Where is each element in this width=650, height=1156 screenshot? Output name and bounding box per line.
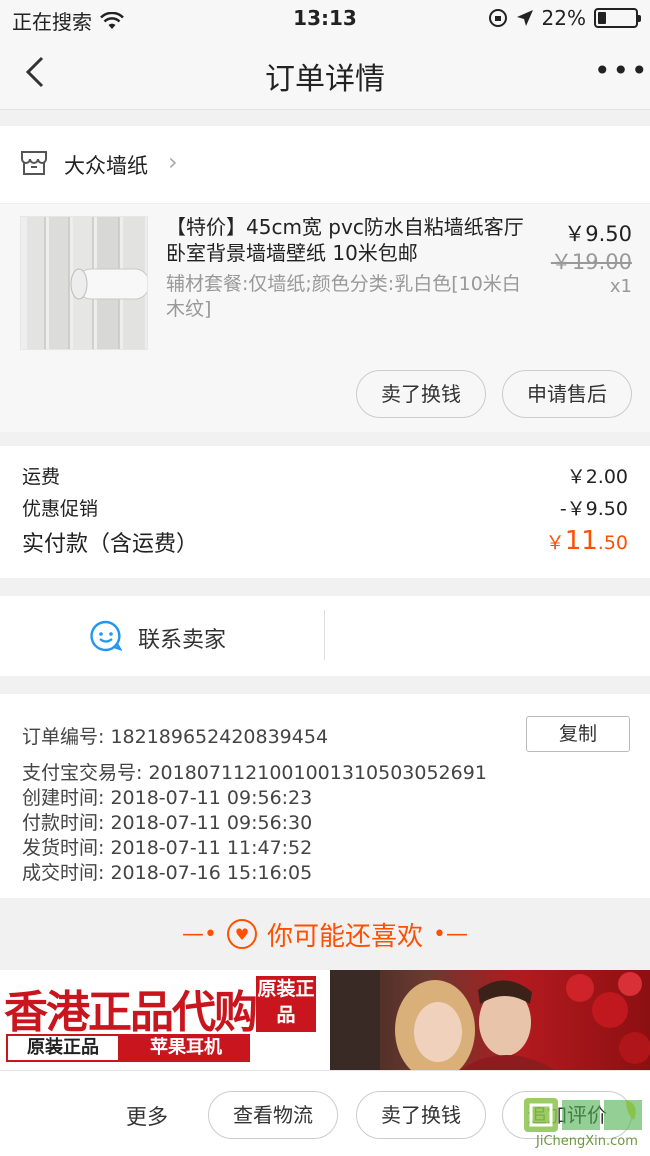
contact-seller-button[interactable]: 联系卖家 [138, 622, 226, 654]
banner-tag-left: 原装正品 [8, 1036, 118, 1060]
chat-smiley-icon[interactable] [90, 620, 122, 652]
banner-headline: 香港正品代购 [4, 987, 258, 1038]
product-spec: 辅材套餐:仅墙纸;颜色分类:乳白色[10米白木纹] [166, 273, 521, 320]
total-integer: 11 [564, 526, 598, 556]
right-dash: •— [433, 921, 468, 947]
divider [324, 610, 325, 660]
nav-bar: 订单详情 ••• [0, 36, 650, 110]
bottom-sell-button[interactable]: 卖了换钱 [356, 1091, 486, 1139]
shop-name: 大众墙纸 [64, 154, 148, 178]
discount-value: -￥9.50 [559, 498, 628, 520]
banner-photo [330, 970, 650, 1070]
page-title: 订单详情 [265, 62, 385, 97]
product-quantity: x1 [609, 276, 632, 297]
banner-tag-right: 苹果耳机 [150, 1037, 222, 1058]
total-decimal: .50 [597, 532, 628, 554]
shipped-time: 发货时间: 2018-07-11 11:47:52 [22, 837, 313, 859]
location-arrow-icon [516, 10, 533, 26]
sell-button[interactable]: 卖了换钱 [356, 370, 486, 418]
created-time: 创建时间: 2018-07-11 09:56:23 [22, 787, 313, 809]
battery-icon [594, 8, 641, 28]
recommend-title: 你可能还喜欢 [266, 921, 423, 952]
product-card[interactable]: 【特价】45cm宽 pvc防水自粘墙纸客厅卧室背景墙墙壁纸 10米包邮 辅材套餐… [0, 204, 650, 432]
shipping-value: ￥2.00 [566, 466, 628, 488]
copy-button[interactable]: 复制 [526, 716, 630, 752]
view-logistics-button[interactable]: 查看物流 [208, 1091, 338, 1139]
paid-time: 付款时间: 2018-07-11 09:56:30 [22, 812, 313, 834]
banner-stamp: 原装正品 [256, 976, 316, 1032]
completed-time: 成交时间: 2018-07-16 15:16:05 [22, 862, 313, 884]
watermark-text: JiChengXin.com [536, 1134, 638, 1149]
fee-summary: 运费 ￥2.00 优惠促销 -￥9.50 实付款（含运费） ￥11.50 [0, 446, 650, 578]
chevron-right-icon: › [168, 148, 178, 176]
total-value: ￥11.50 [546, 526, 628, 558]
heart-icon: ♥ [226, 919, 257, 949]
total-label: 实付款（含运费） [22, 532, 199, 557]
discount-label: 优惠促销 [22, 498, 99, 520]
recommend-header: —• ♥ 你可能还喜欢 •— [0, 898, 650, 970]
shop-row[interactable]: 大众墙纸 › [0, 126, 650, 204]
left-dash: —• [182, 921, 217, 947]
product-title[interactable]: 【特价】45cm宽 pvc防水自粘墙纸客厅卧室背景墙墙壁纸 10米包邮 [166, 214, 534, 266]
product-thumbnail[interactable] [20, 216, 148, 350]
site-watermark: JiChengXin.com [522, 1094, 646, 1154]
product-original-price: ￥19.00 [550, 250, 632, 274]
alipay-trade-number: 支付宝交易号: 2018071121001001310503052691 [22, 762, 487, 784]
shipping-label: 运费 [22, 466, 61, 488]
store-icon [21, 151, 47, 175]
contact-seller-row: 联系卖家 [0, 596, 650, 676]
ad-banner[interactable]: 香港正品代购 原装正品 原装正品 苹果耳机 [0, 970, 650, 1070]
more-menu-icon[interactable]: ••• [594, 57, 648, 88]
banner-tag-strip: 原装正品 苹果耳机 [6, 1034, 250, 1062]
order-info: 订单编号: 182189652420839454 复制 支付宝交易号: 2018… [0, 694, 650, 898]
more-button[interactable]: 更多 [126, 1101, 168, 1131]
status-bar: 正在搜索 13:13 22% [0, 0, 650, 36]
aftersale-button[interactable]: 申请售后 [502, 370, 632, 418]
total-currency: ￥ [545, 532, 565, 554]
product-price: ￥9.50 [564, 222, 632, 246]
battery-percent: 22% [541, 6, 586, 30]
order-number: 订单编号: 182189652420839454 [22, 726, 329, 748]
orientation-lock-icon [488, 9, 507, 27]
